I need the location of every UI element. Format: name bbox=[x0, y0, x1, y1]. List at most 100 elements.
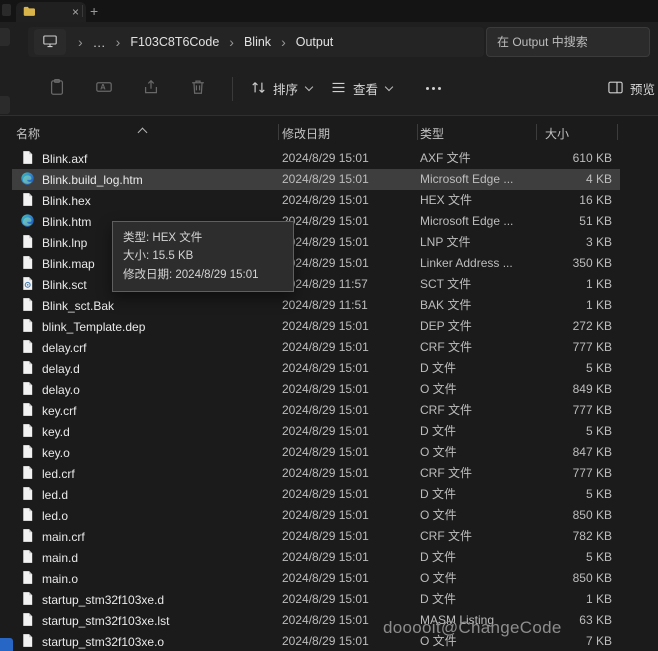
file-row[interactable]: key.d 2024/8/29 15:01 D 文件 5 KB bbox=[0, 421, 658, 442]
file-date-modified: 2024/8/29 15:01 bbox=[282, 613, 369, 627]
share-button[interactable] bbox=[136, 74, 166, 104]
column-header-date[interactable]: 修改日期 bbox=[282, 125, 330, 142]
chevron-right-icon: › bbox=[229, 34, 234, 50]
file-row[interactable]: startup_stm32f103xe.d 2024/8/29 15:01 D … bbox=[0, 589, 658, 610]
file-row[interactable]: Blink.map 2024/8/29 15:01 Linker Address… bbox=[0, 253, 658, 274]
column-header-name[interactable]: 名称 bbox=[16, 125, 40, 142]
file-name: Blink_sct.Bak bbox=[42, 298, 115, 313]
preview-pane-icon bbox=[607, 79, 624, 99]
doc-file-icon bbox=[20, 570, 35, 588]
watermark: dooooit@ChangeCode bbox=[383, 618, 562, 637]
column-divider[interactable] bbox=[278, 124, 279, 140]
new-tab-button[interactable]: + bbox=[90, 2, 98, 20]
breadcrumb: › … › F103C8T6Code › Blink › Output bbox=[34, 22, 335, 62]
file-row[interactable]: main.d 2024/8/29 15:01 D 文件 5 KB bbox=[0, 547, 658, 568]
sort-label: 排序 bbox=[273, 83, 299, 97]
column-header-type[interactable]: 类型 bbox=[420, 125, 444, 142]
file-size: 5 KB bbox=[585, 487, 612, 501]
column-header-size[interactable]: 大小 bbox=[545, 125, 569, 142]
file-size: 777 KB bbox=[572, 403, 612, 417]
file-type: BAK 文件 bbox=[420, 298, 472, 312]
file-type: Microsoft Edge ... bbox=[420, 214, 514, 228]
paste-icon bbox=[48, 78, 66, 99]
file-row[interactable]: Blink.build_log.htm 2024/8/29 15:01 Micr… bbox=[0, 169, 658, 190]
file-date-modified: 2024/8/29 11:51 bbox=[282, 298, 368, 312]
breadcrumb-segment-root[interactable]: F103C8T6Code bbox=[128, 33, 221, 51]
file-size: 850 KB bbox=[572, 508, 612, 522]
file-row[interactable]: Blink.axf 2024/8/29 15:01 AXF 文件 610 KB bbox=[0, 148, 658, 169]
more-options-button[interactable] bbox=[419, 82, 447, 95]
breadcrumb-segment-blink[interactable]: Blink bbox=[242, 33, 273, 51]
file-type: AXF 文件 bbox=[420, 151, 471, 165]
file-date-modified: 2024/8/29 15:01 bbox=[282, 529, 369, 543]
delete-button[interactable] bbox=[183, 74, 213, 104]
file-row[interactable]: blink_Template.dep 2024/8/29 15:01 DEP 文… bbox=[0, 316, 658, 337]
search-input[interactable] bbox=[486, 27, 650, 57]
doc-file-icon bbox=[20, 444, 35, 462]
view-button[interactable]: 查看 bbox=[325, 74, 397, 104]
doc-file-icon bbox=[20, 192, 35, 210]
sort-button[interactable]: 排序 bbox=[245, 74, 317, 104]
file-date-modified: 2024/8/29 15:01 bbox=[282, 172, 369, 186]
file-type: LNP 文件 bbox=[420, 235, 471, 249]
tab-close-icon[interactable]: × bbox=[72, 6, 79, 18]
file-row[interactable]: delay.d 2024/8/29 15:01 D 文件 5 KB bbox=[0, 358, 658, 379]
file-name: Blink.map bbox=[42, 256, 95, 271]
file-type: O 文件 bbox=[420, 508, 457, 522]
file-row[interactable]: Blink.htm 2024/8/29 15:01 Microsoft Edge… bbox=[0, 211, 658, 232]
column-divider[interactable] bbox=[536, 124, 537, 140]
file-name: blink_Template.dep bbox=[42, 319, 146, 334]
file-size: 850 KB bbox=[572, 571, 612, 585]
file-row[interactable]: Blink.lnp 2024/8/29 15:01 LNP 文件 3 KB bbox=[0, 232, 658, 253]
file-row[interactable]: led.crf 2024/8/29 15:01 CRF 文件 777 KB bbox=[0, 463, 658, 484]
file-row[interactable]: Blink_sct.Bak 2024/8/29 11:51 BAK 文件 1 K… bbox=[0, 295, 658, 316]
file-row[interactable]: main.crf 2024/8/29 15:01 CRF 文件 782 KB bbox=[0, 526, 658, 547]
file-size: 3 KB bbox=[585, 235, 612, 249]
file-type: Microsoft Edge ... bbox=[420, 172, 514, 186]
file-type: O 文件 bbox=[420, 445, 457, 459]
breadcrumb-segment-output[interactable]: Output bbox=[294, 33, 336, 51]
paste-button[interactable] bbox=[42, 74, 72, 104]
breadcrumb-ellipsis-button[interactable]: … bbox=[91, 35, 108, 50]
preview-label: 预览 bbox=[629, 83, 655, 97]
file-date-modified: 2024/8/29 15:01 bbox=[282, 634, 369, 648]
file-row[interactable]: delay.crf 2024/8/29 15:01 CRF 文件 777 KB bbox=[0, 337, 658, 358]
file-type: D 文件 bbox=[420, 592, 457, 606]
doc-file-icon bbox=[20, 360, 35, 378]
file-date-modified: 2024/8/29 15:01 bbox=[282, 382, 369, 396]
file-row[interactable]: led.o 2024/8/29 15:01 O 文件 850 KB bbox=[0, 505, 658, 526]
file-date-modified: 2024/8/29 15:01 bbox=[282, 193, 369, 207]
preview-toggle-button[interactable]: 预览 bbox=[602, 74, 658, 104]
file-row[interactable]: Blink.hex 2024/8/29 15:01 HEX 文件 16 KB bbox=[0, 190, 658, 211]
file-type: CRF 文件 bbox=[420, 529, 472, 543]
file-date-modified: 2024/8/29 15:01 bbox=[282, 466, 369, 480]
file-type: CRF 文件 bbox=[420, 403, 472, 417]
column-divider[interactable] bbox=[417, 124, 418, 140]
tooltip-type: 类型: HEX 文件 bbox=[123, 232, 203, 244]
file-date-modified: 2024/8/29 15:01 bbox=[282, 445, 369, 459]
file-row[interactable]: key.crf 2024/8/29 15:01 CRF 文件 777 KB bbox=[0, 400, 658, 421]
file-row[interactable]: key.o 2024/8/29 15:01 O 文件 847 KB bbox=[0, 442, 658, 463]
toolbar-divider bbox=[232, 76, 233, 101]
this-pc-button[interactable] bbox=[34, 29, 66, 55]
file-name: startup_stm32f103xe.o bbox=[42, 634, 165, 649]
file-row[interactable]: main.o 2024/8/29 15:01 O 文件 850 KB bbox=[0, 568, 658, 589]
file-size: 4 KB bbox=[585, 172, 612, 186]
file-row[interactable]: Blink.sct 2024/8/29 11:57 SCT 文件 1 KB bbox=[0, 274, 658, 295]
file-name: key.crf bbox=[42, 403, 77, 418]
explorer-tab[interactable]: × bbox=[16, 2, 86, 22]
tooltip-date: 修改日期: 2024/8/29 15:01 bbox=[123, 268, 259, 281]
gear-file-icon bbox=[20, 276, 35, 294]
file-date-modified: 2024/8/29 15:01 bbox=[282, 424, 369, 438]
file-name: led.d bbox=[42, 487, 69, 502]
file-name: delay.o bbox=[42, 382, 80, 397]
doc-file-icon bbox=[20, 507, 35, 525]
file-name: delay.d bbox=[42, 361, 80, 376]
file-row[interactable]: led.d 2024/8/29 15:01 D 文件 5 KB bbox=[0, 484, 658, 505]
rename-button[interactable] bbox=[89, 74, 119, 104]
file-name: led.crf bbox=[42, 466, 75, 481]
doc-file-icon bbox=[20, 255, 35, 273]
file-row[interactable]: delay.o 2024/8/29 15:01 O 文件 849 KB bbox=[0, 379, 658, 400]
title-bar: × + bbox=[0, 0, 658, 22]
column-divider[interactable] bbox=[617, 124, 618, 140]
